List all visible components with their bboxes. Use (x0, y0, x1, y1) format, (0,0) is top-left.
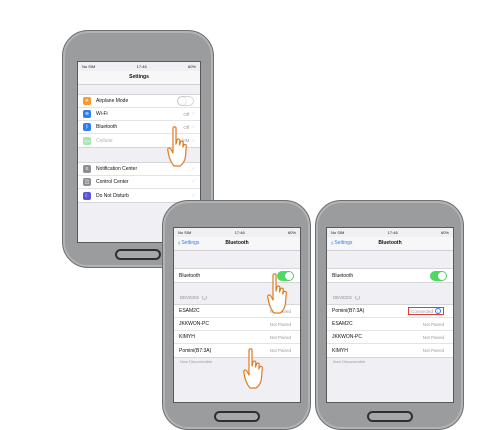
chevron-right-icon: › (192, 124, 194, 130)
device-state: Not Paired (422, 334, 444, 340)
device-name: KIMYH (332, 347, 348, 354)
notification-center-icon: ≡ (83, 165, 91, 173)
row-label: Airplane Mode (96, 98, 129, 104)
bluetooth-toggle[interactable] (430, 270, 447, 281)
page-title: Bluetooth (378, 240, 402, 246)
device-name: JKKWON-PC (179, 321, 209, 327)
device-state: Not Paired (269, 334, 291, 340)
status-bar: No SIM 17:46 60% (78, 62, 200, 71)
devices-section-header: DEVICES (333, 295, 360, 300)
page-title: Bluetooth (225, 240, 249, 246)
spinner-icon (354, 295, 360, 300)
control-center-icon: ◫ (83, 178, 91, 186)
spinner-icon (201, 295, 207, 300)
time-text: 17:46 (136, 64, 147, 69)
device-state: Not Paired (269, 321, 291, 327)
device-name: KIMYH (179, 334, 195, 340)
devices-section-header: DEVICES (180, 295, 207, 300)
bluetooth-navbar: ‹ Settings Bluetooth (174, 237, 300, 251)
device-name: Pomini(B7:3A) (332, 308, 365, 314)
devices-label: DEVICES (333, 295, 352, 300)
device-name: ESAM2C (179, 308, 200, 314)
discoverable-note: Now Discoverable (333, 359, 366, 364)
moon-icon: ☾ (83, 191, 91, 200)
bluetooth-connected-screen: No SIM 17:46 60% ‹ Settings Bluetooth Bl… (326, 227, 454, 403)
bluetooth-toggle-group: Bluetooth (327, 268, 453, 283)
phone-bluetooth-pairing: No SIM 17:46 60% ‹ Settings Bluetooth Bl… (162, 200, 311, 430)
info-icon[interactable]: i (435, 308, 441, 314)
device-state: Not Paired (269, 348, 291, 353)
chevron-right-icon: › (192, 137, 194, 144)
airplane-icon: ✈ (83, 97, 91, 105)
device-state: Not Paired (422, 348, 444, 353)
phone-bluetooth-connected: No SIM 17:46 60% ‹ Settings Bluetooth Bl… (315, 200, 464, 430)
device-row[interactable]: KIMYH Not Paired (174, 331, 300, 344)
device-name: JKKWON-PC (332, 334, 362, 340)
row-label: Wi-Fi (96, 111, 108, 117)
devices-list: Pomini(B7:3A) Connected i ESAM2C Not Pai… (327, 304, 453, 358)
airplane-mode-toggle[interactable] (177, 96, 194, 106)
device-row-connected[interactable]: Pomini(B7:3A) Connected i (327, 305, 453, 318)
time-text: 17:46 (234, 230, 245, 235)
bluetooth-label: Bluetooth (332, 272, 354, 279)
battery-text: 60% (440, 230, 449, 235)
home-button[interactable] (115, 249, 161, 260)
device-state: Not Paired (422, 321, 444, 327)
device-row[interactable]: ESAM2C Not Paired (327, 318, 453, 331)
tap-hand-icon (243, 348, 263, 389)
status-bar: No SIM 17:46 60% (174, 228, 300, 237)
carrier-text: No SIM (82, 64, 96, 69)
settings-row-airplane-mode[interactable]: ✈ Airplane Mode (78, 95, 200, 108)
cellular-icon: ((•)) (83, 136, 91, 145)
settings-navbar: Settings (78, 71, 200, 85)
bluetooth-screen: No SIM 17:46 60% ‹ Settings Bluetooth Bl… (173, 227, 301, 403)
carrier-text: No SIM (331, 230, 345, 235)
chevron-right-icon: › (192, 192, 194, 199)
time-text: 17:46 (387, 230, 398, 235)
carrier-text: No SIM (178, 230, 192, 235)
row-value: Off (183, 111, 190, 117)
home-button[interactable] (367, 411, 413, 422)
bluetooth-label: Bluetooth (179, 272, 201, 279)
connected-status-badge: Connected i (408, 307, 444, 315)
settings-group-system: ≡ Notification Center › ◫ Control Center… (78, 162, 200, 203)
device-row[interactable]: JKKWON-PC Not Paired (174, 318, 300, 331)
battery-text: 60% (287, 230, 296, 235)
chevron-right-icon: › (192, 111, 194, 117)
device-row[interactable]: JKKWON-PC Not Paired (327, 331, 453, 344)
page-title: Settings (129, 74, 149, 80)
home-button[interactable] (214, 411, 260, 422)
device-row-pomini[interactable]: Pomini(B7:3A) Not Paired (174, 344, 300, 357)
tap-hand-icon (267, 273, 287, 314)
row-label: Cellular (96, 137, 113, 144)
bluetooth-icon: ᛒ (83, 123, 91, 131)
bluetooth-navbar: ‹ Settings Bluetooth (327, 237, 453, 251)
row-label: Do Not Disturb (96, 192, 129, 199)
device-state: Connected (411, 308, 433, 314)
chevron-right-icon: › (192, 166, 194, 172)
settings-row-control-center[interactable]: ◫ Control Center › (78, 176, 200, 189)
wifi-icon: ≋ (83, 110, 91, 118)
status-bar: No SIM 17:46 60% (327, 228, 453, 237)
device-name: ESAM2C (332, 321, 353, 327)
tap-hand-icon (167, 126, 187, 167)
row-label: Control Center (96, 179, 129, 185)
bluetooth-row: Bluetooth (327, 269, 453, 282)
chevron-right-icon: › (192, 179, 194, 185)
settings-row-wifi[interactable]: ≋ Wi-Fi Off › (78, 108, 200, 121)
device-row[interactable]: KIMYH Not Paired (327, 344, 453, 357)
battery-text: 60% (187, 64, 196, 69)
discoverable-note: Now Discoverable (180, 359, 213, 364)
devices-label: DEVICES (180, 295, 199, 300)
